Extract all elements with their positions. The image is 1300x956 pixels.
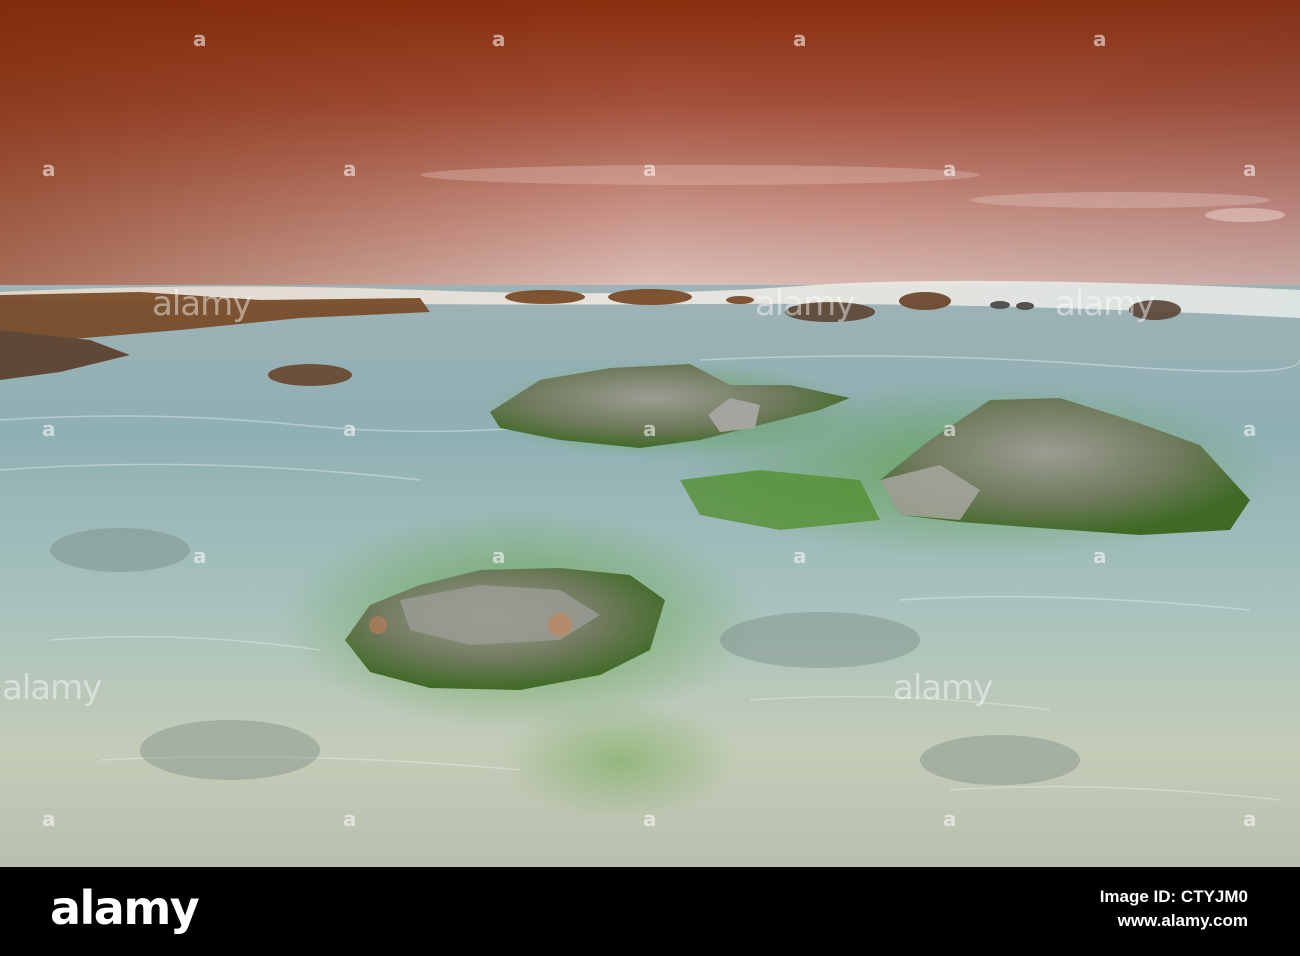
image-info: Image ID: CTYJM0 www.alamy.com: [1100, 885, 1248, 933]
brand-logo[interactable]: alamy: [50, 881, 200, 935]
seascape-photo: [0, 0, 1300, 867]
cloud: [970, 192, 1270, 208]
cloud: [420, 165, 980, 185]
brand-name: alamy: [50, 881, 200, 935]
photo: a a a a a a a a a alamy alamy alamy a a …: [0, 0, 1300, 867]
site-url[interactable]: www.alamy.com: [1100, 909, 1248, 933]
footer-bar: alamy Image ID: CTYJM0 www.alamy.com: [0, 867, 1300, 956]
image-id: Image ID: CTYJM0: [1099, 887, 1248, 906]
cloud: [1205, 208, 1285, 222]
